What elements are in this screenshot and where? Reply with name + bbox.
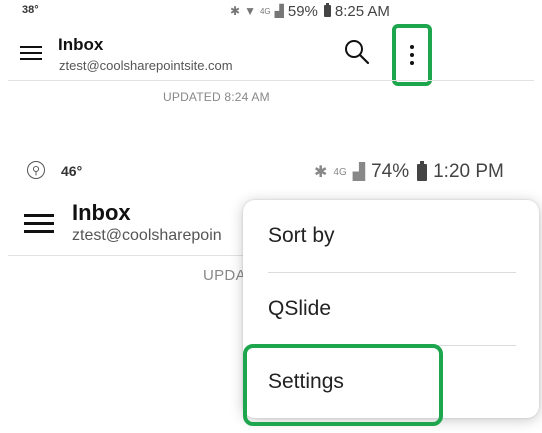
more-vert-icon	[410, 41, 414, 69]
updated-timestamp: UPDA	[203, 267, 246, 284]
signal-icon: ▟	[274, 4, 284, 18]
wifi-icon: ▼	[244, 4, 256, 18]
search-icon	[345, 40, 370, 65]
temperature: 38°	[22, 4, 39, 16]
signal-icon: ▟	[352, 164, 366, 181]
page-title: Inbox	[58, 35, 104, 54]
bottom-status-bar: ⚲ 46° ✱ 4G ▟ 74% 1:20 PM	[0, 155, 542, 189]
clock: 8:25 AM	[334, 2, 390, 20]
settings-highlight-box	[243, 344, 443, 426]
updated-timestamp: UPDATED 8:24 AM	[163, 90, 270, 104]
account-email: ztest@coolsharepoin	[72, 227, 222, 244]
status-icons: ✱ 4G ▟ 74% 1:20 PM	[314, 157, 504, 187]
menu-item-qslide[interactable]: QSlide	[243, 273, 539, 345]
menu-item-sort-by[interactable]: Sort by	[243, 200, 539, 272]
battery-icon	[417, 160, 428, 181]
account-email: ztest@coolsharepointsite.com	[59, 58, 233, 73]
menu-item-label: QSlide	[268, 297, 332, 320]
search-button[interactable]	[343, 38, 371, 66]
network-label: 4G	[333, 166, 347, 178]
divider	[8, 80, 534, 81]
menu-icon[interactable]	[24, 214, 54, 234]
status-icons: ✱ ▼ 4G ▟ 59% 8:25 AM	[230, 1, 390, 21]
top-app-header: Inbox ztest@coolsharepointsite.com	[0, 22, 542, 86]
page-title: Inbox	[72, 200, 131, 225]
bluetooth-icon: ✱	[314, 164, 328, 181]
bluetooth-icon: ✱	[230, 4, 241, 18]
menu-icon[interactable]	[20, 46, 42, 60]
temperature: 46°	[61, 163, 83, 179]
menu-item-label: Sort by	[268, 224, 335, 247]
top-status-bar: 38° ✱ ▼ 4G ▟ 59% 8:25 AM	[0, 0, 542, 22]
battery-percent: 74%	[371, 161, 410, 182]
battery-icon	[323, 3, 331, 17]
more-options-button[interactable]	[392, 24, 432, 86]
network-label: 4G	[259, 6, 271, 16]
battery-percent: 59%	[287, 2, 318, 20]
walking-icon: ⚲	[27, 161, 45, 179]
clock: 1:20 PM	[433, 161, 504, 182]
